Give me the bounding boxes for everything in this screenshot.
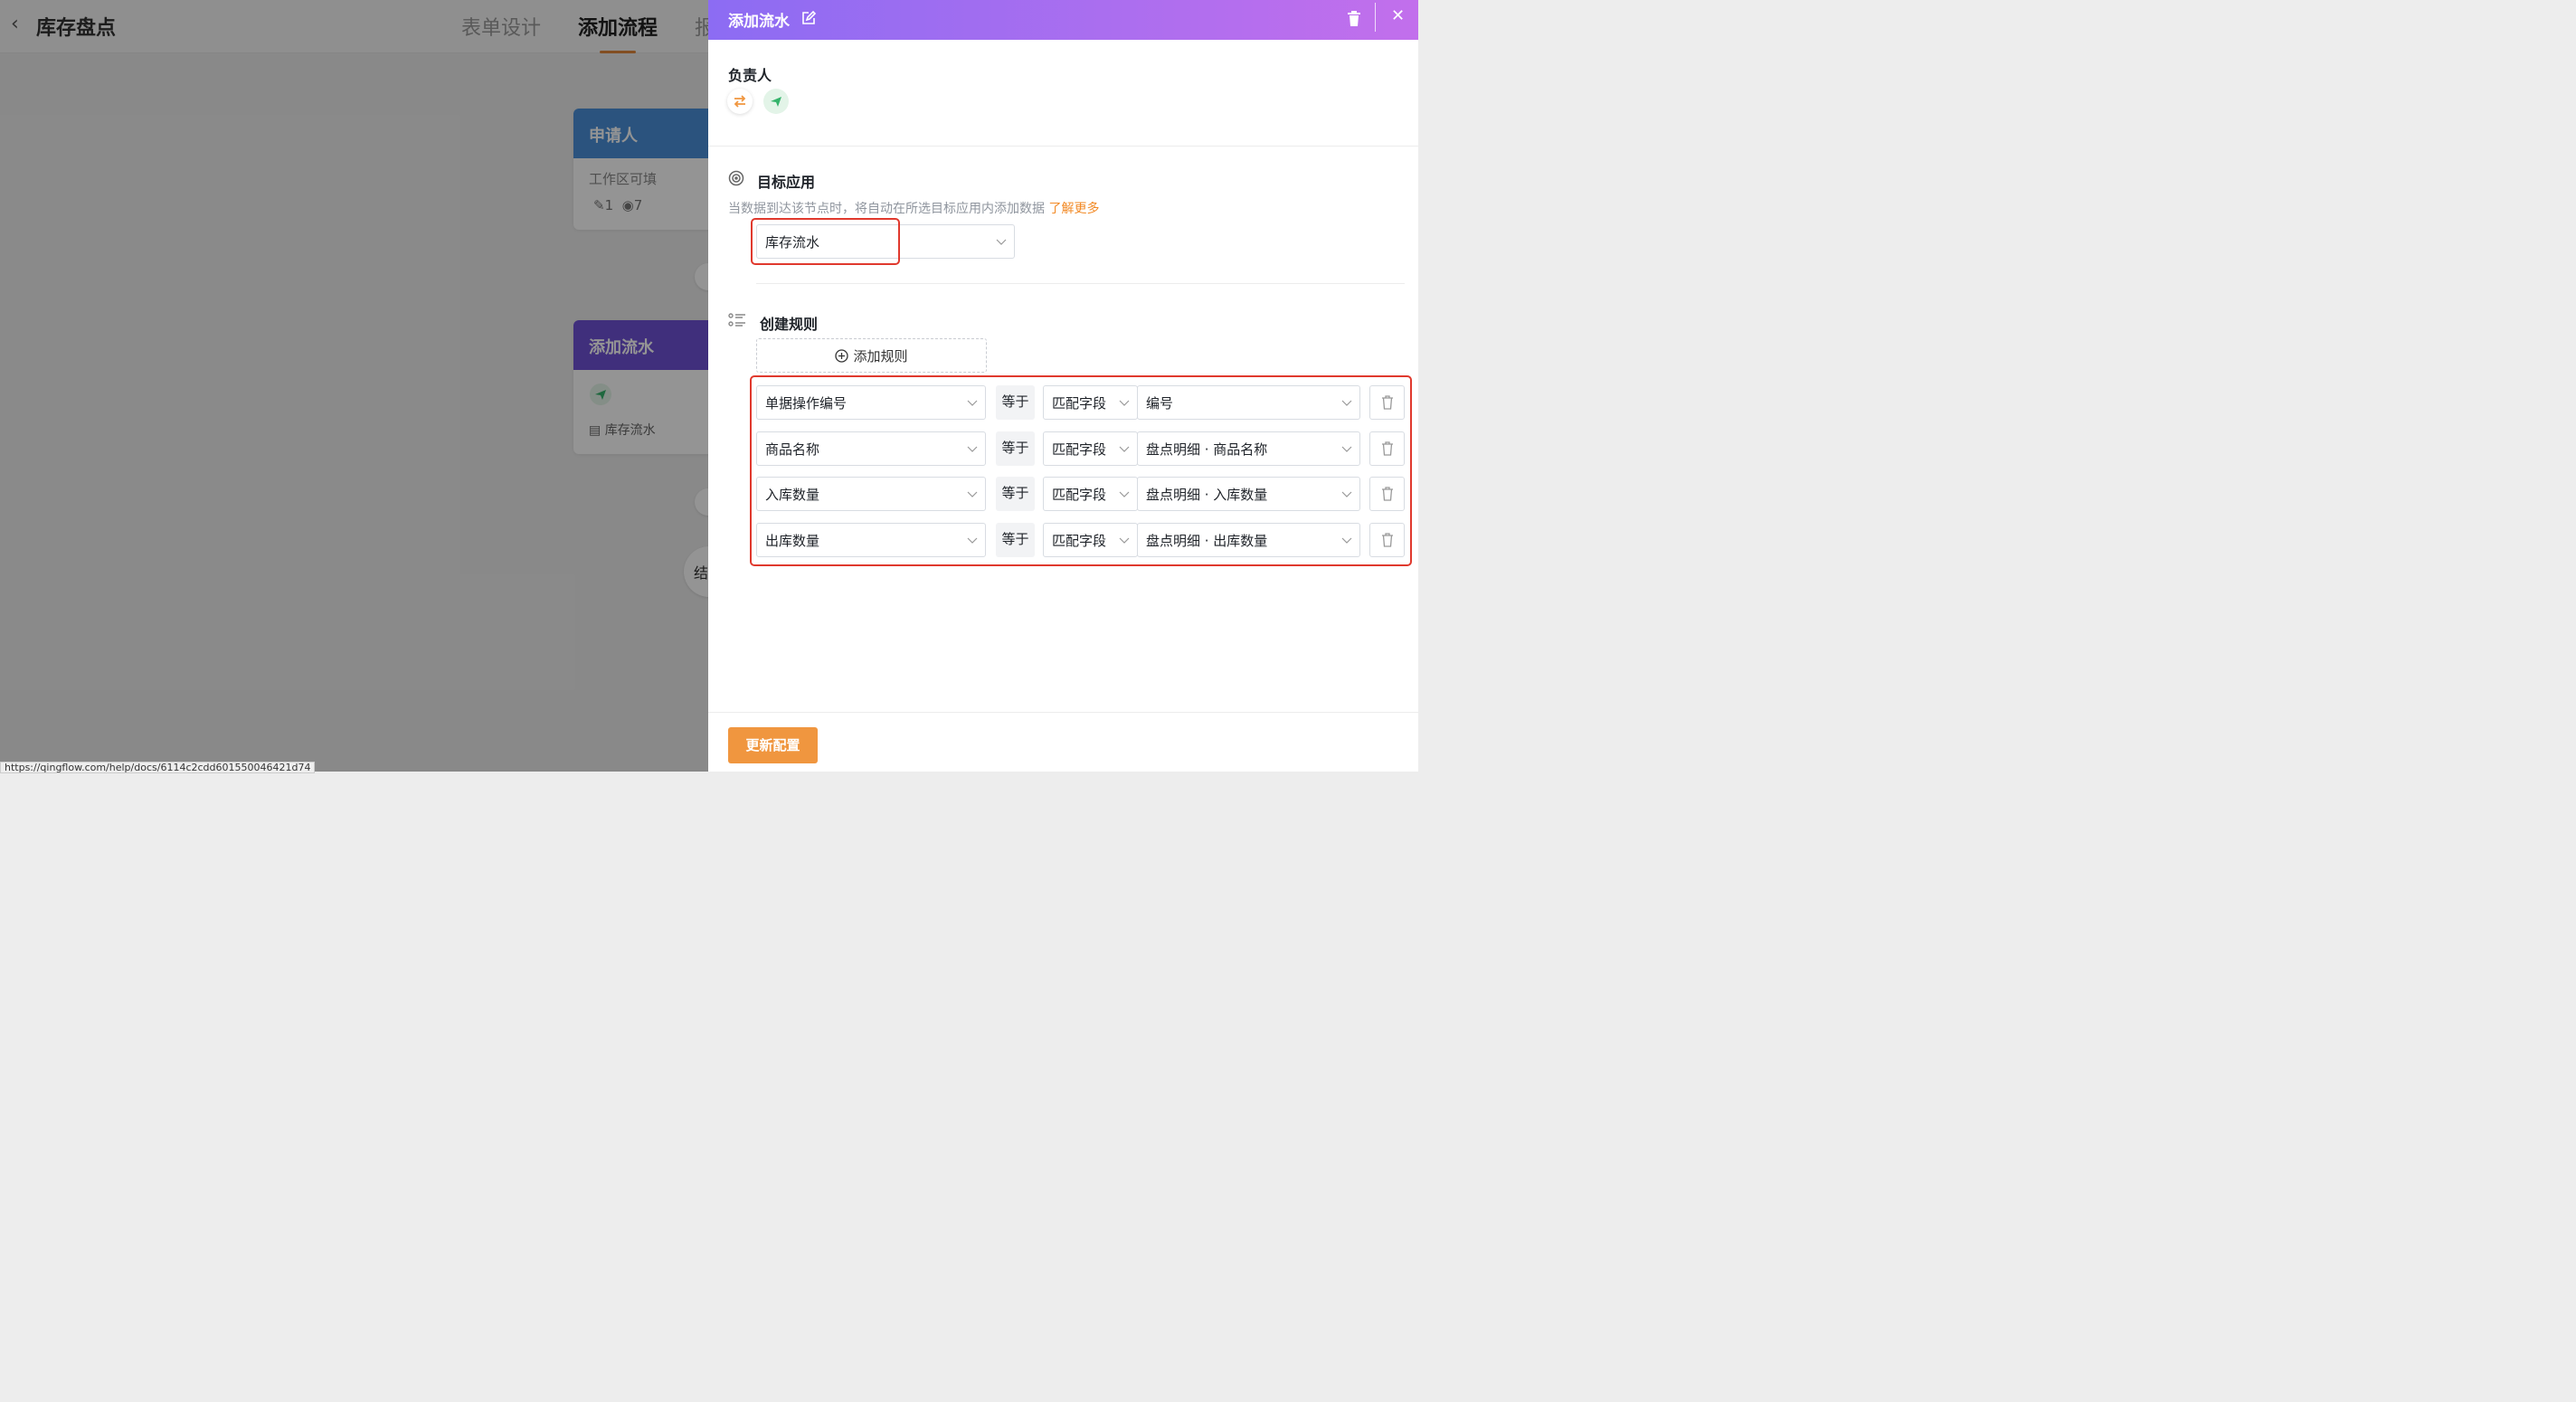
rules-highlight [750, 375, 1412, 566]
modal-overlay[interactable] [0, 0, 708, 772]
target-app-description-text: 当数据到达该节点时，将自动在所选目标应用内添加数据 [728, 202, 1045, 216]
drawer-header: 添加流水 ✕ [708, 0, 1418, 40]
swap-icon[interactable] [727, 89, 753, 114]
footer-divider [708, 712, 1418, 713]
edit-icon[interactable] [800, 10, 817, 30]
plus-circle-icon [835, 348, 849, 363]
section-divider [756, 283, 1405, 284]
add-rule-label: 添加规则 [853, 347, 908, 365]
list-icon [728, 312, 746, 332]
create-rules-label: 创建规则 [760, 316, 819, 333]
close-icon[interactable]: ✕ [1391, 8, 1405, 24]
target-app-description: 当数据到达该节点时，将自动在所选目标应用内添加数据 了解更多 [728, 199, 1099, 217]
update-config-button[interactable]: 更新配置 [728, 727, 818, 763]
node-settings-drawer: 添加流水 ✕ 负责人 目标应用 当数据到达该节点时，将自动在所选目标应用内添加数… [708, 0, 1418, 772]
learn-more-link[interactable]: 了解更多 [1048, 202, 1099, 216]
send-icon[interactable] [763, 89, 789, 114]
target-icon [728, 170, 744, 190]
section-divider [708, 146, 1418, 147]
drawer-title: 添加流水 [728, 13, 790, 31]
header-divider [1375, 3, 1376, 32]
owner-label: 负责人 [728, 67, 772, 84]
target-app-label: 目标应用 [757, 174, 816, 191]
chevron-down-icon [996, 239, 1007, 245]
add-rule-button[interactable]: 添加规则 [756, 338, 987, 373]
status-url: https://qingflow.com/help/docs/6114c2cdd… [0, 762, 316, 773]
target-app-highlight [751, 218, 900, 265]
delete-node-icon[interactable] [1347, 11, 1361, 31]
